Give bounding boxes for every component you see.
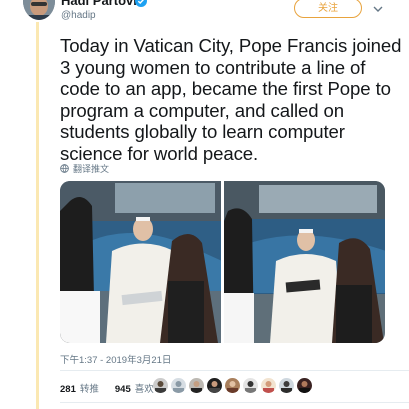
tweet-photo-2[interactable] (224, 181, 385, 343)
author-handle[interactable]: @hadip (61, 10, 96, 21)
divider (60, 402, 409, 403)
liker-avatar[interactable] (261, 378, 276, 393)
translate-tweet-link[interactable]: 翻译推文 (60, 162, 109, 175)
author-avatar[interactable] (23, 0, 55, 20)
divider (60, 370, 409, 371)
follow-button[interactable]: 关注 (294, 0, 362, 18)
likes-label[interactable]: 喜欢 (135, 381, 154, 395)
liker-avatar[interactable] (225, 378, 240, 393)
thread-line (36, 22, 39, 409)
tweet-photo-1[interactable] (60, 181, 221, 343)
chevron-down-icon[interactable] (372, 4, 384, 14)
retweets-label[interactable]: 转推 (80, 381, 99, 395)
retweets-count[interactable]: 281 (60, 384, 76, 395)
liker-avatar[interactable] (279, 378, 294, 393)
liker-avatar[interactable] (171, 378, 186, 393)
translate-label: 翻译推文 (73, 164, 110, 174)
globe-icon (60, 164, 69, 173)
tweet-stats: 281 转推 945 喜欢 (60, 381, 154, 395)
author-name[interactable]: Hadi Partovi (61, 0, 137, 8)
likes-count[interactable]: 945 (115, 384, 131, 395)
liker-avatar[interactable] (153, 378, 168, 393)
tweet-media[interactable] (60, 181, 385, 343)
likers-avatars[interactable] (153, 378, 312, 393)
verified-badge-icon (135, 0, 147, 7)
liker-avatar[interactable] (189, 378, 204, 393)
tweet-timestamp[interactable]: 下午1:37 - 2019年3月21日 (60, 352, 171, 366)
liker-avatar[interactable] (207, 378, 222, 393)
tweet-text: Today in Vatican City, Pope Francis join… (60, 35, 402, 164)
liker-avatar[interactable] (243, 378, 258, 393)
liker-avatar[interactable] (297, 378, 312, 393)
